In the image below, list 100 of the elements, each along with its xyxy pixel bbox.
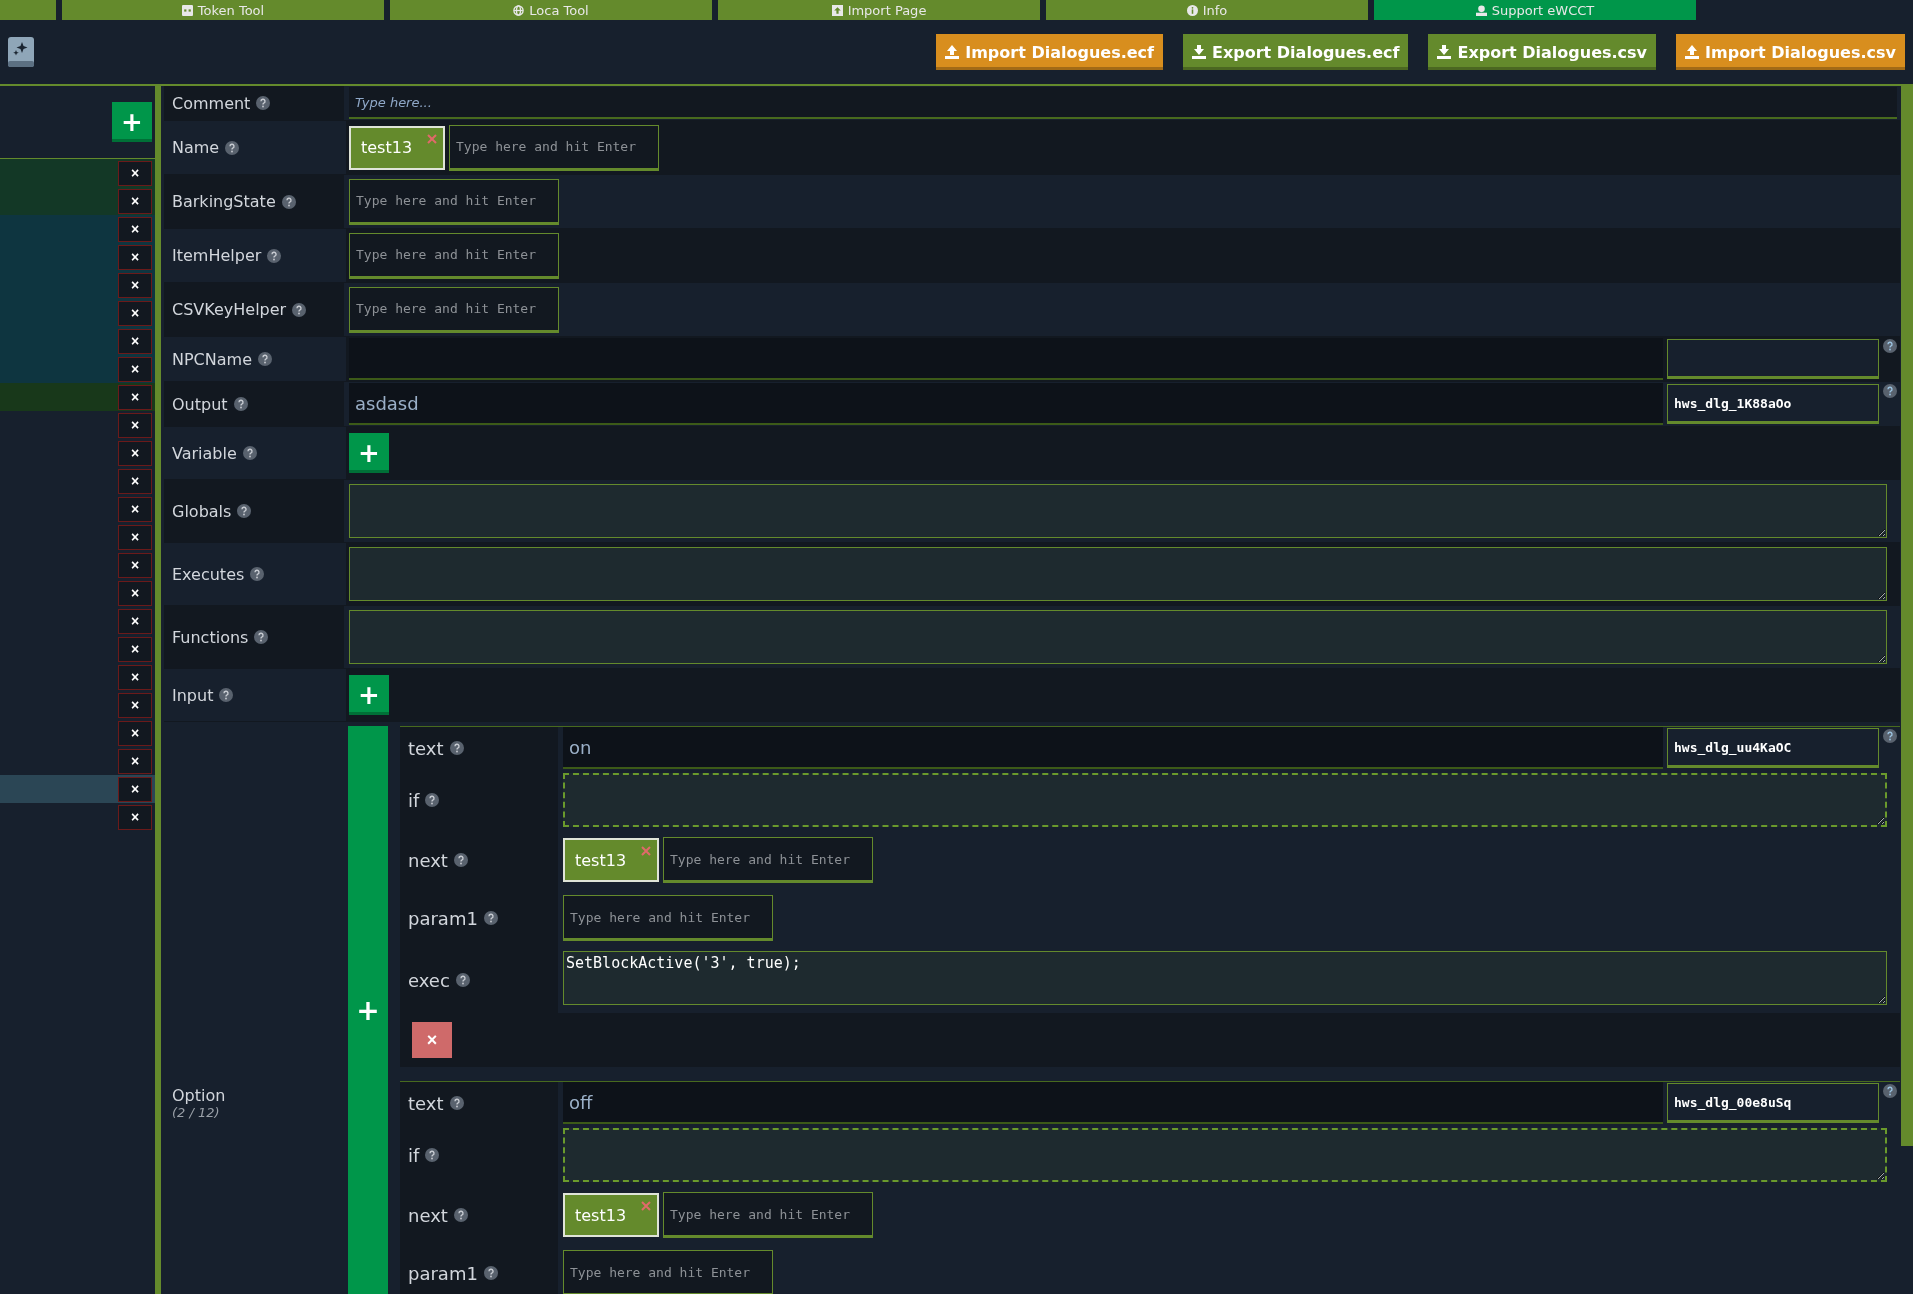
help-icon[interactable]: [281, 194, 296, 209]
delete-button[interactable]: ×: [118, 300, 152, 326]
scrollbar-thumb[interactable]: [1901, 86, 1913, 1146]
delete-button[interactable]: ×: [118, 440, 152, 466]
delete-button[interactable]: ×: [118, 272, 152, 298]
comment-field[interactable]: Type here...: [349, 87, 1897, 119]
delete-button[interactable]: ×: [118, 356, 152, 382]
list-item[interactable]: ×: [0, 551, 155, 579]
help-icon[interactable]: [1883, 729, 1897, 743]
help-icon[interactable]: [453, 853, 468, 867]
tag-input-field[interactable]: Type here and hit Enter: [449, 124, 659, 171]
list-item[interactable]: ×: [0, 579, 155, 607]
list-item[interactable]: ×: [0, 719, 155, 747]
help-icon[interactable]: [258, 352, 272, 366]
add-button[interactable]: +: [112, 102, 152, 142]
help-icon[interactable]: [225, 140, 240, 155]
delete-button[interactable]: ×: [118, 216, 152, 242]
delete-button[interactable]: ×: [118, 384, 152, 410]
delete-button[interactable]: ×: [118, 776, 152, 802]
help-icon[interactable]: [233, 397, 248, 411]
help-icon[interactable]: [425, 793, 440, 807]
help-icon[interactable]: [267, 248, 282, 263]
add-button[interactable]: +: [349, 433, 389, 473]
condition-field[interactable]: [563, 773, 1887, 827]
text-area[interactable]: [349, 610, 1887, 664]
help-icon[interactable]: [449, 741, 464, 755]
help-icon[interactable]: [1883, 1084, 1897, 1098]
delete-button[interactable]: ×: [118, 412, 152, 438]
key-field[interactable]: [1667, 339, 1879, 379]
list-item[interactable]: ×: [0, 775, 155, 803]
tag-input-field[interactable]: Type here and hit Enter: [349, 286, 559, 333]
list-item[interactable]: ×: [0, 159, 155, 187]
add-button[interactable]: +: [349, 675, 389, 715]
condition-field[interactable]: [563, 1128, 1887, 1182]
list-item[interactable]: ×: [0, 495, 155, 523]
help-icon[interactable]: [455, 973, 470, 987]
tag-input-field[interactable]: Type here and hit Enter: [349, 178, 559, 225]
list-item[interactable]: ×: [0, 355, 155, 383]
text-area[interactable]: [349, 547, 1887, 601]
toolbar-button[interactable]: Export Dialogues.csv: [1428, 34, 1657, 70]
delete-button[interactable]: ×: [118, 328, 152, 354]
list-item[interactable]: ×: [0, 467, 155, 495]
text-field[interactable]: asdasd: [349, 383, 1663, 425]
help-icon[interactable]: [453, 1208, 468, 1222]
delete-option-button[interactable]: ×: [412, 1022, 452, 1058]
delete-button[interactable]: ×: [118, 608, 152, 634]
list-item[interactable]: ×: [0, 271, 155, 299]
tag-input-field[interactable]: Type here and hit Enter: [663, 1192, 873, 1238]
help-icon[interactable]: [250, 567, 265, 581]
text-field[interactable]: on: [563, 727, 1663, 769]
tag-input-field[interactable]: Type here and hit Enter: [563, 1250, 773, 1294]
list-item[interactable]: ×: [0, 523, 155, 551]
text-field[interactable]: [349, 338, 1663, 380]
help-icon[interactable]: [219, 688, 234, 702]
key-field[interactable]: hws_dlg_00e8uSq: [1667, 1083, 1879, 1123]
book-icon[interactable]: [8, 37, 34, 67]
delete-button[interactable]: ×: [118, 468, 152, 494]
list-item[interactable]: ×: [0, 803, 155, 831]
delete-button[interactable]: ×: [118, 580, 152, 606]
list-item[interactable]: ×: [0, 691, 155, 719]
help-icon[interactable]: [1883, 339, 1897, 353]
help-icon[interactable]: [237, 504, 252, 518]
delete-button[interactable]: ×: [118, 160, 152, 186]
tag-input-field[interactable]: Type here and hit Enter: [563, 895, 773, 941]
list-item[interactable]: ×: [0, 327, 155, 355]
list-item[interactable]: ×: [0, 299, 155, 327]
toolbar-button[interactable]: Export Dialogues.ecf: [1183, 34, 1409, 70]
delete-button[interactable]: ×: [118, 524, 152, 550]
help-icon[interactable]: [242, 446, 257, 460]
delete-button[interactable]: ×: [118, 692, 152, 718]
help-icon[interactable]: [483, 911, 498, 925]
text-area[interactable]: [349, 484, 1887, 538]
help-icon[interactable]: [449, 1096, 464, 1110]
help-icon[interactable]: [425, 1148, 440, 1162]
code-field[interactable]: SetBlockActive('3', true);: [563, 951, 1887, 1005]
list-item[interactable]: ×: [0, 187, 155, 215]
tag-input-field[interactable]: Type here and hit Enter: [349, 232, 559, 279]
add-option-button[interactable]: +: [348, 726, 388, 1294]
delete-button[interactable]: ×: [118, 748, 152, 774]
delete-button[interactable]: ×: [118, 552, 152, 578]
help-icon[interactable]: [483, 1266, 498, 1280]
list-item[interactable]: ×: [0, 663, 155, 691]
list-item[interactable]: ×: [0, 439, 155, 467]
delete-button[interactable]: ×: [118, 664, 152, 690]
tag-input-field[interactable]: Type here and hit Enter: [663, 837, 873, 883]
help-icon[interactable]: [292, 302, 307, 317]
text-field[interactable]: off: [563, 1082, 1663, 1124]
delete-button[interactable]: ×: [118, 188, 152, 214]
delete-button[interactable]: ×: [118, 804, 152, 830]
list-item[interactable]: ×: [0, 607, 155, 635]
help-icon[interactable]: [256, 96, 271, 110]
list-item[interactable]: ×: [0, 243, 155, 271]
list-item[interactable]: ×: [0, 747, 155, 775]
key-field[interactable]: hws_dlg_1K88aOo: [1667, 384, 1879, 424]
help-icon[interactable]: [1883, 384, 1897, 398]
delete-button[interactable]: ×: [118, 720, 152, 746]
delete-button[interactable]: ×: [118, 636, 152, 662]
delete-button[interactable]: ×: [118, 496, 152, 522]
list-item[interactable]: ×: [0, 215, 155, 243]
key-field[interactable]: hws_dlg_uu4KaOC: [1667, 728, 1879, 768]
